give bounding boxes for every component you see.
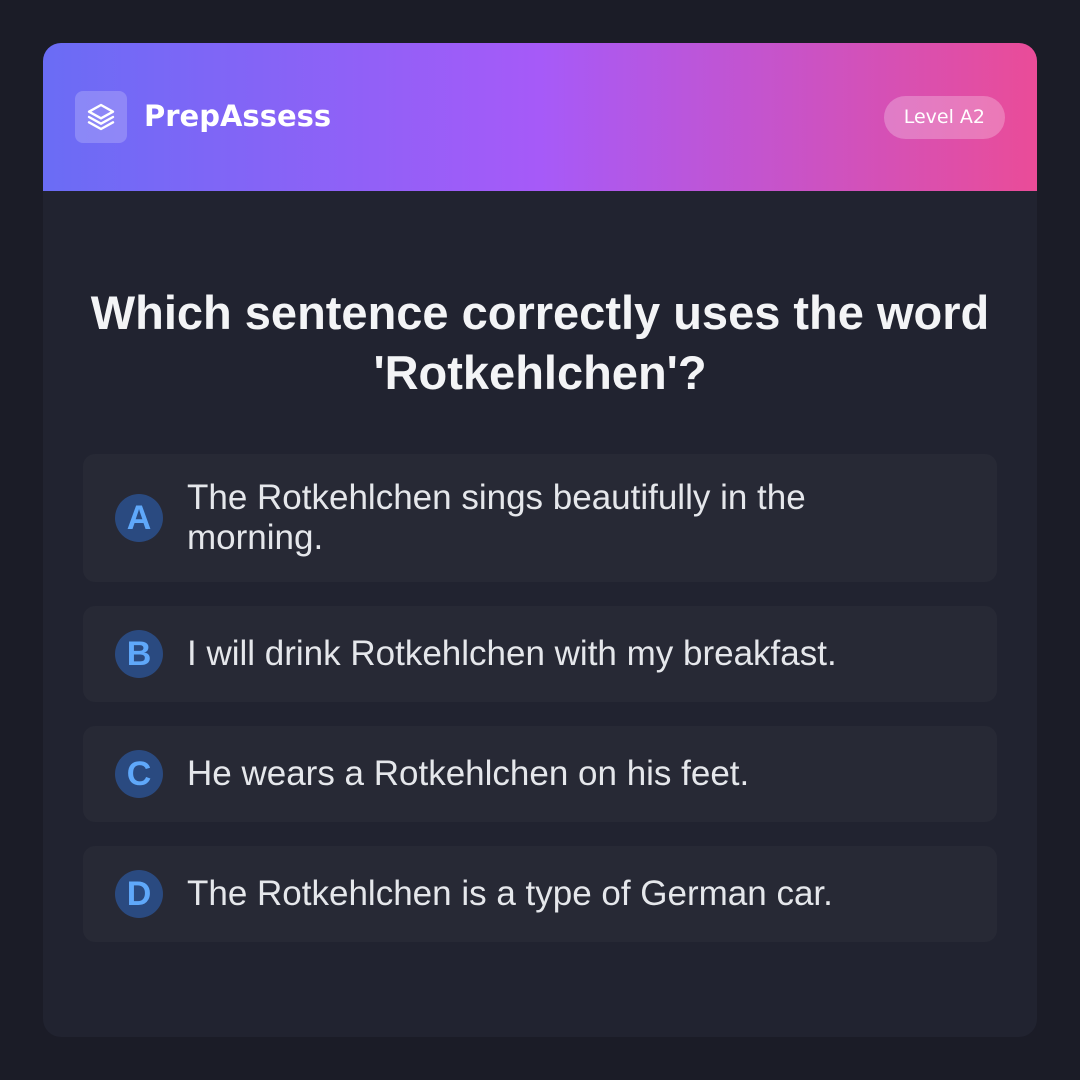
option-text: The Rotkehlchen is a type of German car. bbox=[187, 874, 833, 913]
option-c[interactable]: C He wears a Rotkehlchen on his feet. bbox=[83, 726, 997, 822]
option-letter-badge: A bbox=[115, 494, 163, 542]
option-a[interactable]: A The Rotkehlchen sings beautifully in t… bbox=[83, 454, 997, 582]
layers-icon bbox=[87, 103, 115, 131]
level-badge: Level A2 bbox=[883, 96, 1005, 139]
quiz-header: PrepAssess Level A2 bbox=[43, 43, 1037, 191]
question-text: Which sentence correctly uses the word '… bbox=[90, 286, 990, 399]
quiz-card: PrepAssess Level A2 Which sentence corre… bbox=[43, 43, 1037, 1037]
option-text: The Rotkehlchen sings beautifully in the… bbox=[187, 478, 806, 557]
brand-name: PrepAssess bbox=[144, 99, 332, 133]
option-letter-badge: C bbox=[115, 750, 163, 798]
option-letter-badge: B bbox=[115, 630, 163, 678]
option-b[interactable]: B I will drink Rotkehlchen with my break… bbox=[83, 606, 997, 702]
option-d[interactable]: D The Rotkehlchen is a type of German ca… bbox=[83, 846, 997, 942]
option-letter-badge: D bbox=[115, 870, 163, 918]
answer-options: A The Rotkehlchen sings beautifully in t… bbox=[83, 454, 997, 966]
logo bbox=[75, 91, 127, 143]
option-text: He wears a Rotkehlchen on his feet. bbox=[187, 754, 750, 793]
option-text: I will drink Rotkehlchen with my breakfa… bbox=[187, 634, 837, 673]
